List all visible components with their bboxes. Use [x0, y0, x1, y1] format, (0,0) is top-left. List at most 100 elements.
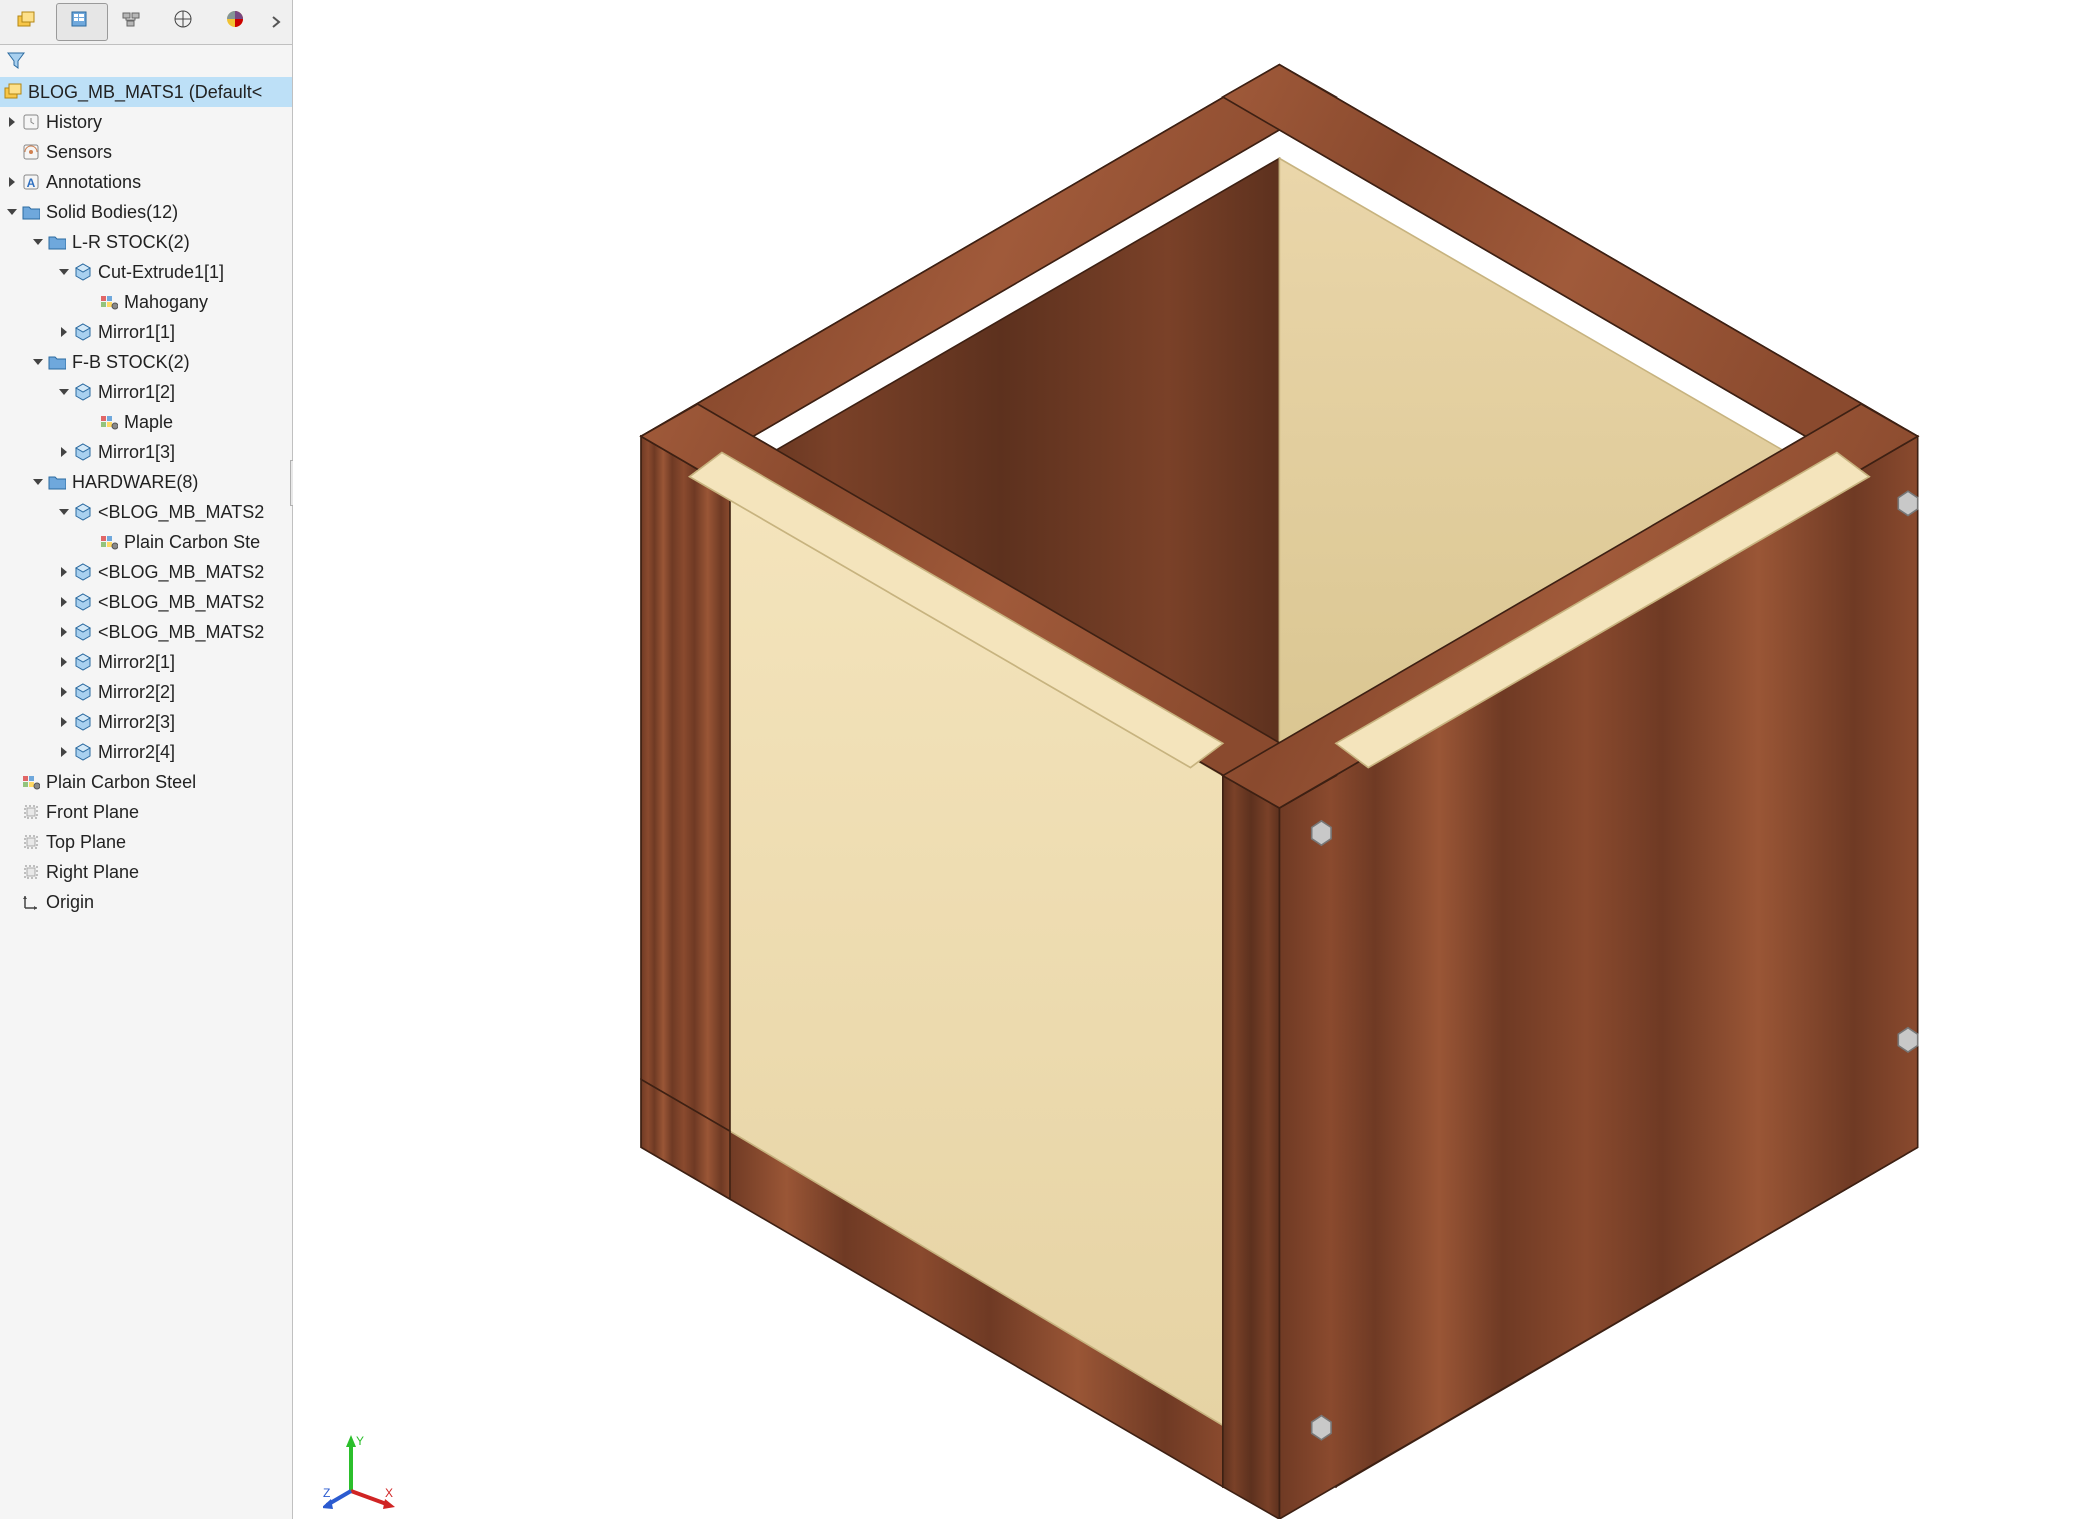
- tree-item-hw3[interactable]: <BLOG_MB_MATS2: [0, 587, 292, 617]
- material-icon: [98, 533, 120, 551]
- tree-item-topmat[interactable]: Plain Carbon Steel: [0, 767, 292, 797]
- body-icon: [72, 563, 94, 581]
- tree-twist[interactable]: [56, 657, 72, 667]
- origin-icon: [20, 893, 42, 911]
- tree-twist[interactable]: [4, 209, 20, 215]
- history-icon: [20, 113, 42, 131]
- tree-item-label: <BLOG_MB_MATS2: [96, 592, 264, 613]
- tree-item-history[interactable]: History: [0, 107, 292, 137]
- tree-item-cutex1[interactable]: Cut-Extrude1[1]: [0, 257, 292, 287]
- tree-item-origin[interactable]: Origin: [0, 887, 292, 917]
- material-icon: [20, 773, 42, 791]
- tree-item-label: Maple: [122, 412, 173, 433]
- body-icon: [72, 623, 94, 641]
- tree-twist[interactable]: [56, 687, 72, 697]
- tree-item-lrstock[interactable]: L-R STOCK(2): [0, 227, 292, 257]
- tabs-overflow-button[interactable]: [264, 3, 288, 41]
- tree-item-rightplane[interactable]: Right Plane: [0, 857, 292, 887]
- tree-twist[interactable]: [56, 567, 72, 577]
- tree-item-label: Top Plane: [44, 832, 126, 853]
- tree-item-label: Mahogany: [122, 292, 208, 313]
- tree-item-mahogany[interactable]: Mahogany: [0, 287, 292, 317]
- tree-item-label: Mirror1[2]: [96, 382, 175, 403]
- tree-item-label: Mirror2[2]: [96, 682, 175, 703]
- tree-item-label: Right Plane: [44, 862, 139, 883]
- body-icon: [72, 653, 94, 671]
- tree-item-hardware[interactable]: HARDWARE(8): [0, 467, 292, 497]
- tree-twist[interactable]: [56, 327, 72, 337]
- tree-item-mirror2_1[interactable]: Mirror2[1]: [0, 647, 292, 677]
- filter-icon[interactable]: [6, 51, 26, 71]
- body-icon: [72, 743, 94, 761]
- tree-item-label: Origin: [44, 892, 94, 913]
- material-icon: [98, 413, 120, 431]
- tree-item-frontplane[interactable]: Front Plane: [0, 797, 292, 827]
- tree-twist[interactable]: [56, 509, 72, 515]
- feature-manager-panel: BLOG_MB_MATS1 (Default< History SensorsAn…: [0, 0, 293, 1519]
- tree-item-label: Mirror1[1]: [96, 322, 175, 343]
- tree-item-label: Mirror2[4]: [96, 742, 175, 763]
- tab-configuration-manager[interactable]: [108, 3, 160, 41]
- tree-item-hw1[interactable]: <BLOG_MB_MATS2: [0, 497, 292, 527]
- tree-item-maple[interactable]: Maple: [0, 407, 292, 437]
- tree-twist[interactable]: [56, 747, 72, 757]
- tree-item-label: <BLOG_MB_MATS2: [96, 562, 264, 583]
- tree-item-mirror2_2[interactable]: Mirror2[2]: [0, 677, 292, 707]
- tab-appearances[interactable]: [212, 3, 264, 41]
- tree-item-hw2[interactable]: <BLOG_MB_MATS2: [0, 557, 292, 587]
- tree-item-mirror2_4[interactable]: Mirror2[4]: [0, 737, 292, 767]
- folder-icon: [46, 473, 68, 491]
- tab-feature-tree[interactable]: [4, 3, 56, 41]
- tree-root[interactable]: BLOG_MB_MATS1 (Default<: [0, 77, 292, 107]
- tree-twist[interactable]: [4, 177, 20, 187]
- tree-item-fbstock[interactable]: F-B STOCK(2): [0, 347, 292, 377]
- tree-item-annotations[interactable]: Annotations: [0, 167, 292, 197]
- tree-item-topplane[interactable]: Top Plane: [0, 827, 292, 857]
- body-icon: [72, 713, 94, 731]
- tree-item-mirror1_2[interactable]: Mirror1[2]: [0, 377, 292, 407]
- tab-property-manager[interactable]: [56, 3, 108, 41]
- body-icon: [72, 503, 94, 521]
- tree-item-label: Plain Carbon Steel: [44, 772, 196, 793]
- tree-item-solidbodies[interactable]: Solid Bodies(12): [0, 197, 292, 227]
- tree-item-label: Solid Bodies(12): [44, 202, 178, 223]
- body-icon: [72, 593, 94, 611]
- body-icon: [72, 383, 94, 401]
- tree-twist[interactable]: [30, 479, 46, 485]
- view-triad[interactable]: Y X Z: [323, 1431, 403, 1511]
- tree-item-label: Front Plane: [44, 802, 139, 823]
- tab-dimxpert[interactable]: [160, 3, 212, 41]
- tree-item-mirror1_3[interactable]: Mirror1[3]: [0, 437, 292, 467]
- tree-item-label: History: [44, 112, 102, 133]
- tree-item-mirror2_3[interactable]: Mirror2[3]: [0, 707, 292, 737]
- part-icon: [2, 82, 24, 102]
- plane-icon: [20, 803, 42, 821]
- tree-twist[interactable]: [30, 239, 46, 245]
- tree-twist[interactable]: [56, 597, 72, 607]
- graphics-viewport[interactable]: Y X Z: [293, 0, 2088, 1519]
- tree-item-label: F-B STOCK(2): [70, 352, 190, 373]
- triad-x-label: X: [385, 1486, 393, 1500]
- tree-twist[interactable]: [56, 269, 72, 275]
- tree-item-label: Plain Carbon Ste: [122, 532, 260, 553]
- tree-item-label: Cut-Extrude1[1]: [96, 262, 224, 283]
- material-icon: [98, 293, 120, 311]
- tree-item-label: <BLOG_MB_MATS2: [96, 502, 264, 523]
- tree-twist[interactable]: [4, 117, 20, 127]
- tree-twist[interactable]: [56, 717, 72, 727]
- folder-icon: [46, 353, 68, 371]
- tree-item-label: Mirror2[3]: [96, 712, 175, 733]
- tree-twist[interactable]: [30, 359, 46, 365]
- tree-twist[interactable]: [56, 627, 72, 637]
- tree-twist[interactable]: [56, 389, 72, 395]
- tree-item-label: L-R STOCK(2): [70, 232, 190, 253]
- feature-tree-scroll[interactable]: BLOG_MB_MATS1 (Default< History SensorsAn…: [0, 77, 292, 1519]
- tree-item-label: <BLOG_MB_MATS2: [96, 622, 264, 643]
- tree-twist[interactable]: [56, 447, 72, 457]
- tree-item-mirror1_1[interactable]: Mirror1[1]: [0, 317, 292, 347]
- tree-item-pcs[interactable]: Plain Carbon Ste: [0, 527, 292, 557]
- plane-icon: [20, 833, 42, 851]
- triad-z-label: Z: [323, 1486, 330, 1500]
- tree-item-hw4[interactable]: <BLOG_MB_MATS2: [0, 617, 292, 647]
- tree-item-sensors[interactable]: Sensors: [0, 137, 292, 167]
